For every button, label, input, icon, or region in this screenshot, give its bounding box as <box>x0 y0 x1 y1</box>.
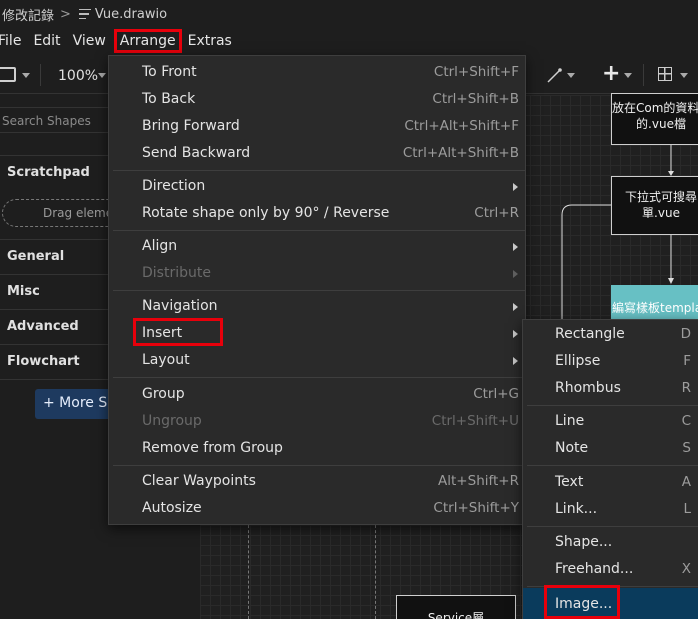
lifeline <box>248 520 249 619</box>
table-chevron-down-icon[interactable] <box>680 73 688 78</box>
menu-item-clear-waypoints[interactable]: Clear Waypoints Alt+Shift+R <box>109 469 525 496</box>
chevron-right-icon <box>513 357 518 365</box>
menu-item-ellipse[interactable]: Ellipse F <box>523 349 698 376</box>
breadcrumb-file[interactable]: Vue.drawio <box>95 7 167 22</box>
menu-item-note[interactable]: Note S <box>523 436 698 463</box>
menu-item-rhombus[interactable]: Rhombus R <box>523 376 698 403</box>
chevron-right-icon <box>513 243 518 251</box>
menu-item-to-back[interactable]: To Back Ctrl+Shift+B <box>109 87 525 114</box>
chevron-down-icon[interactable] <box>22 73 30 78</box>
insert-submenu: Rectangle D Ellipse F Rhombus R Line C Note S… <box>522 319 698 619</box>
menu-item-group[interactable]: Group Ctrl+G <box>109 382 525 409</box>
menu-item-send-backward[interactable]: Send Backward Ctrl+Alt+Shift+B <box>109 141 525 168</box>
menu-divider <box>113 465 525 466</box>
breadcrumb-folder[interactable]: 修改記錄 <box>2 5 54 24</box>
menu-item-remove-from-group[interactable]: Remove from Group <box>109 436 525 463</box>
zoom-level[interactable]: 100% <box>58 68 98 84</box>
insert-plus-icon[interactable]: + <box>602 63 620 85</box>
menu-divider <box>113 290 525 291</box>
zoom-chevron-down-icon[interactable] <box>98 73 106 78</box>
page-view-icon[interactable] <box>0 67 16 82</box>
toolbar-divider <box>40 64 41 86</box>
menu-divider <box>113 230 525 231</box>
menu-item-layout[interactable]: Layout <box>109 348 525 375</box>
arrange-menu: To Front Ctrl+Shift+F To Back Ctrl+Shift+B… <box>108 55 526 525</box>
menu-divider <box>113 170 525 171</box>
menu-arrange[interactable]: Arrange <box>113 29 182 53</box>
chevron-right-icon <box>513 303 518 311</box>
menu-item-freehand[interactable]: Freehand... X <box>523 557 698 584</box>
chevron-right-icon <box>513 183 518 191</box>
connector-icon[interactable] <box>546 68 562 84</box>
breadcrumb-separator: > <box>60 6 71 22</box>
menu-extras[interactable]: Extras <box>182 29 238 53</box>
menu-item-text[interactable]: Text A <box>523 470 698 497</box>
menu-divider <box>527 526 698 527</box>
chevron-right-icon <box>513 270 518 278</box>
diagram-node[interactable]: 下拉式可搜尋 單.vue <box>611 176 698 235</box>
insert-chevron-down-icon[interactable] <box>624 73 632 78</box>
menu-item-to-front[interactable]: To Front Ctrl+Shift+F <box>109 60 525 87</box>
menu-divider <box>527 465 698 466</box>
menu-item-insert[interactable]: Insert <box>109 318 525 348</box>
table-icon[interactable] <box>658 67 672 81</box>
connector-chevron-down-icon[interactable] <box>567 73 575 78</box>
menu-item-link[interactable]: Link... L <box>523 497 698 524</box>
menu-item-bring-forward[interactable]: Bring Forward Ctrl+Alt+Shift+F <box>109 114 525 141</box>
menu-item-autosize[interactable]: Autosize Ctrl+Shift+Y <box>109 496 525 523</box>
file-icon <box>78 9 91 19</box>
menu-item-rotate[interactable]: Rotate shape only by 90° / Reverse Ctrl+R <box>109 201 525 228</box>
menu-file[interactable]: File <box>0 29 27 53</box>
menu-item-image[interactable]: Image... <box>523 585 698 619</box>
toolbar-divider <box>643 64 644 86</box>
menu-item-line[interactable]: Line C <box>523 409 698 436</box>
menu-item-ungroup: Ungroup Ctrl+Shift+U <box>142 413 519 429</box>
menu-bar: File Edit View Arrange Extras <box>0 28 698 54</box>
menu-item-rectangle[interactable]: Rectangle D <box>523 322 698 349</box>
chevron-right-icon <box>513 330 518 338</box>
menu-item-navigation[interactable]: Navigation <box>109 294 525 321</box>
menu-divider <box>527 405 698 406</box>
lifeline <box>375 520 376 619</box>
menu-item-align[interactable]: Align <box>109 234 525 261</box>
diagram-node[interactable]: Service層 <box>396 595 516 619</box>
breadcrumb: 修改記錄 > Vue.drawio <box>0 0 698 28</box>
menu-divider <box>113 377 525 378</box>
menu-edit[interactable]: Edit <box>27 29 66 53</box>
menu-item-distribute: Distribute <box>109 261 525 288</box>
menu-view[interactable]: View <box>67 29 112 53</box>
menu-item-direction[interactable]: Direction <box>109 174 525 201</box>
menu-item-shape[interactable]: Shape... <box>523 530 698 557</box>
